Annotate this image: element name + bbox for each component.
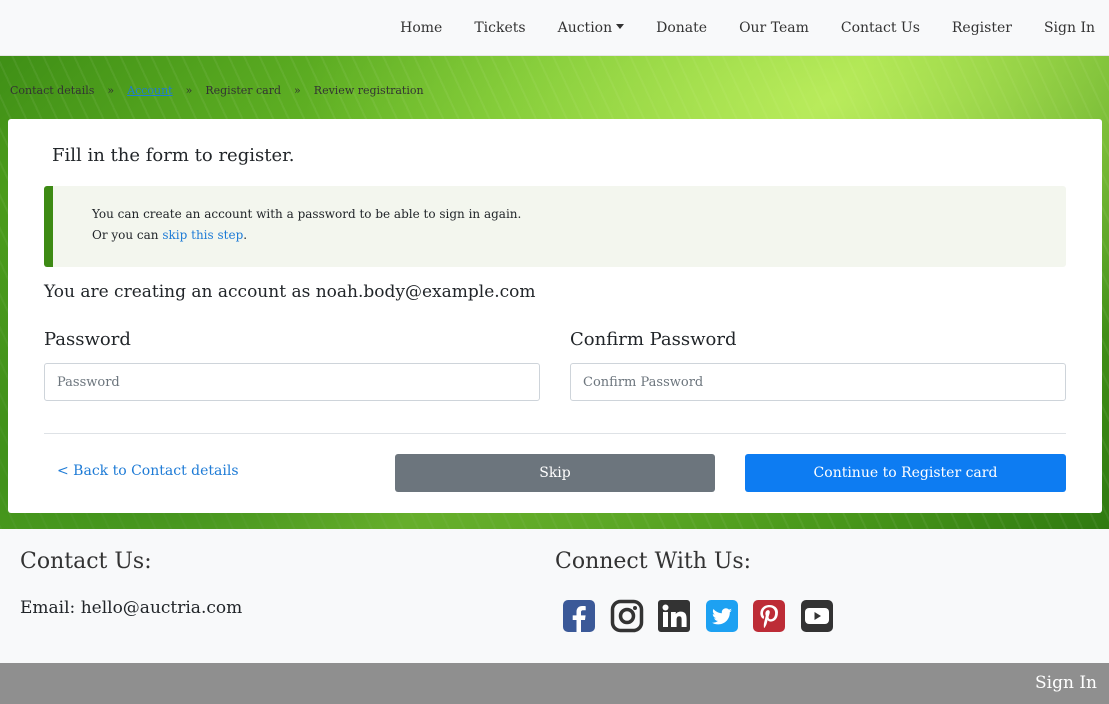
connect-heading: Connect With Us:	[555, 549, 752, 574]
alert-text-line1: You can create an account with a passwor…	[92, 207, 522, 221]
email-label: Email:	[20, 598, 76, 618]
skip-button[interactable]: Skip	[395, 454, 715, 492]
breadcrumb-contact-details[interactable]: Contact details	[10, 84, 94, 97]
back-to-contact-details-link[interactable]: < Back to Contact details	[57, 463, 239, 479]
contact-us-heading: Contact Us:	[20, 549, 152, 574]
top-navbar: Home Tickets Auction Donate Our Team Con…	[0, 0, 1109, 56]
nav-our-team[interactable]: Our Team	[739, 20, 809, 36]
alert-line2-suffix: .	[243, 228, 248, 242]
alert-line2-prefix: Or you can	[92, 228, 163, 242]
linkedin-icon[interactable]	[657, 599, 691, 633]
nav-tickets[interactable]: Tickets	[474, 20, 525, 36]
breadcrumb-separator: »	[294, 84, 301, 97]
pinterest-icon[interactable]	[752, 599, 786, 633]
breadcrumb-register-card[interactable]: Register card	[205, 84, 281, 97]
bottom-bar: Sign In	[0, 663, 1109, 704]
breadcrumb: Contact details » Account » Register car…	[10, 84, 424, 97]
nav-register[interactable]: Register	[952, 20, 1012, 36]
form-title: Fill in the form to register.	[52, 145, 295, 166]
breadcrumb-review-registration[interactable]: Review registration	[314, 84, 424, 97]
nav-donate[interactable]: Donate	[656, 20, 707, 36]
password-input[interactable]	[44, 363, 540, 401]
password-label: Password	[44, 329, 131, 350]
footer: Contact Us: Email: hello@auctria.com Con…	[0, 529, 1109, 663]
creating-prefix: You are creating an account as	[44, 282, 316, 302]
facebook-icon[interactable]	[562, 599, 596, 633]
registration-card: Fill in the form to register. You can cr…	[8, 119, 1102, 513]
skip-step-link[interactable]: skip this step	[162, 228, 243, 242]
nav-menu: Home Tickets Auction Donate Our Team Con…	[368, 0, 1095, 56]
footer-email: Email: hello@auctria.com	[20, 598, 242, 618]
nav-auction-label: Auction	[557, 20, 613, 36]
email-address: hello@auctria.com	[80, 598, 243, 618]
info-alert: You can create an account with a passwor…	[44, 186, 1066, 267]
continue-button[interactable]: Continue to Register card	[745, 454, 1066, 492]
youtube-icon[interactable]	[800, 599, 834, 633]
nav-auction-dropdown[interactable]: Auction	[558, 20, 625, 36]
breadcrumb-separator: »	[185, 84, 193, 97]
form-divider	[44, 433, 1066, 434]
bottom-sign-in-link[interactable]: Sign In	[1035, 673, 1097, 693]
confirm-password-label: Confirm Password	[570, 329, 737, 350]
breadcrumb-separator: »	[107, 84, 115, 97]
account-email: noah.body@example.com	[315, 282, 536, 302]
instagram-icon[interactable]	[610, 599, 644, 633]
caret-down-icon	[616, 24, 625, 29]
nav-contact-us[interactable]: Contact Us	[841, 20, 920, 36]
breadcrumb-account[interactable]: Account	[127, 84, 172, 97]
twitter-icon[interactable]	[705, 599, 739, 633]
nav-sign-in[interactable]: Sign In	[1044, 20, 1095, 36]
social-links	[562, 599, 847, 633]
nav-home[interactable]: Home	[400, 20, 442, 36]
alert-text-line2: Or you can skip this step.	[92, 228, 247, 242]
creating-account-text: You are creating an account as noah.body…	[44, 282, 536, 302]
confirm-password-input[interactable]	[570, 363, 1066, 401]
